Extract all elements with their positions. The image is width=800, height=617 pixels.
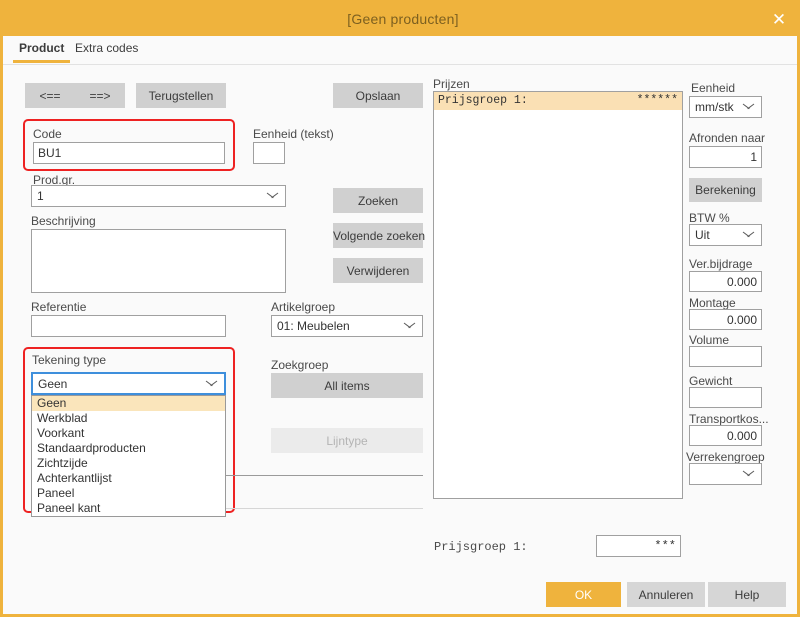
reference-input[interactable]: [31, 315, 226, 337]
article-group-label: Artikelgroep: [271, 300, 336, 314]
transport-label: Transportkos...: [689, 412, 769, 426]
weight-label: Gewicht: [689, 374, 733, 388]
prices-row[interactable]: Prijsgroep 1: ******: [434, 92, 682, 110]
contribution-input[interactable]: [689, 271, 762, 292]
article-group-combo[interactable]: 01: Meubelen: [271, 315, 423, 337]
delete-button[interactable]: Verwijderen: [333, 258, 423, 283]
title-bar: [Geen producten] ✕: [3, 3, 797, 36]
search-next-button[interactable]: Volgende zoeken: [333, 223, 425, 248]
vat-value: Uit: [695, 228, 710, 242]
drawing-type-combo[interactable]: Geen: [31, 372, 226, 395]
code-label: Code: [33, 127, 62, 141]
product-dialog: [Geen producten] ✕ Product Extra codes <…: [0, 0, 800, 617]
next-button[interactable]: ==>: [75, 83, 125, 108]
prices-label: Prijzen: [433, 77, 470, 91]
dropdown-option[interactable]: Paneel kant: [32, 501, 225, 516]
close-icon[interactable]: ✕: [761, 3, 797, 36]
unit-combo[interactable]: mm/stk: [689, 96, 762, 118]
tab-extra-codes[interactable]: Extra codes: [69, 36, 144, 63]
unit-value: mm/stk: [695, 100, 734, 114]
dropdown-option[interactable]: Voorkant: [32, 426, 225, 441]
dropdown-option[interactable]: Werkblad: [32, 411, 225, 426]
settlement-group-label: Verrekengroep: [686, 450, 765, 464]
chevron-down-icon: [743, 104, 754, 111]
code-input[interactable]: [33, 142, 225, 164]
unit-text-label: Eenheid (tekst): [253, 127, 334, 141]
previous-button[interactable]: <==: [25, 83, 75, 108]
window-title: [Geen producten]: [347, 11, 459, 27]
article-group-value: 01: Meubelen: [277, 319, 350, 333]
chevron-down-icon: [267, 193, 278, 200]
vat-label: BTW %: [689, 211, 730, 225]
chevron-down-icon: [404, 323, 415, 330]
assembly-input[interactable]: [689, 309, 762, 330]
help-button[interactable]: Help: [708, 582, 786, 607]
all-items-button[interactable]: All items: [271, 373, 423, 398]
assembly-label: Montage: [689, 296, 736, 310]
dropdown-option[interactable]: Zichtzijde: [32, 456, 225, 471]
line-type-button: Lijntype: [271, 428, 423, 453]
drawing-type-value: Geen: [38, 376, 68, 391]
search-group-label: Zoekgroep: [271, 358, 329, 372]
unit-label: Eenheid: [691, 81, 736, 95]
bottom-price-group-label: Prijsgroep 1:: [434, 540, 528, 554]
dropdown-option[interactable]: Achterkantlijst: [32, 471, 225, 486]
ok-button[interactable]: OK: [546, 582, 621, 607]
reference-label: Referentie: [31, 300, 87, 314]
vat-combo[interactable]: Uit: [689, 224, 762, 246]
volume-input[interactable]: [689, 346, 762, 367]
prices-listbox[interactable]: Prijsgroep 1: ******: [433, 91, 683, 499]
prices-row-value: ******: [636, 94, 678, 107]
product-group-value: 1: [37, 189, 44, 203]
bottom-price-group-input[interactable]: [596, 535, 681, 557]
volume-label: Volume: [689, 333, 730, 347]
weight-input[interactable]: [689, 387, 762, 408]
tab-strip: Product Extra codes: [3, 36, 797, 65]
transport-input[interactable]: [689, 425, 762, 446]
unit-text-input[interactable]: [253, 142, 285, 164]
settlement-group-combo[interactable]: [689, 463, 762, 485]
prices-row-name: Prijsgroep 1:: [438, 94, 528, 107]
chevron-down-icon: [743, 471, 754, 478]
calculation-button[interactable]: Berekening: [689, 178, 762, 202]
dropdown-option[interactable]: Geen: [32, 396, 225, 411]
group-frame-top: [225, 475, 423, 476]
product-group-combo[interactable]: 1: [31, 185, 286, 207]
round-to-label: Afronden naar: [689, 131, 766, 145]
drawing-type-dropdown-list[interactable]: Geen Werkblad Voorkant Standaardproducten Zi…: [31, 395, 226, 517]
dropdown-option[interactable]: Paneel: [32, 486, 225, 501]
round-to-input[interactable]: [689, 146, 762, 168]
drawing-type-label: Tekening type: [32, 353, 107, 367]
dropdown-option[interactable]: Standaardproducten: [32, 441, 225, 456]
chevron-down-icon: [743, 232, 754, 239]
save-button[interactable]: Opslaan: [333, 83, 423, 108]
description-textarea[interactable]: [31, 229, 286, 293]
search-button[interactable]: Zoeken: [333, 188, 423, 213]
chevron-down-icon: [206, 380, 217, 387]
tab-product[interactable]: Product: [13, 36, 71, 63]
reset-button[interactable]: Terugstellen: [136, 83, 226, 108]
cancel-button[interactable]: Annuleren: [627, 582, 705, 607]
contribution-label: Ver.bijdrage: [689, 257, 753, 271]
description-label: Beschrijving: [31, 214, 96, 228]
